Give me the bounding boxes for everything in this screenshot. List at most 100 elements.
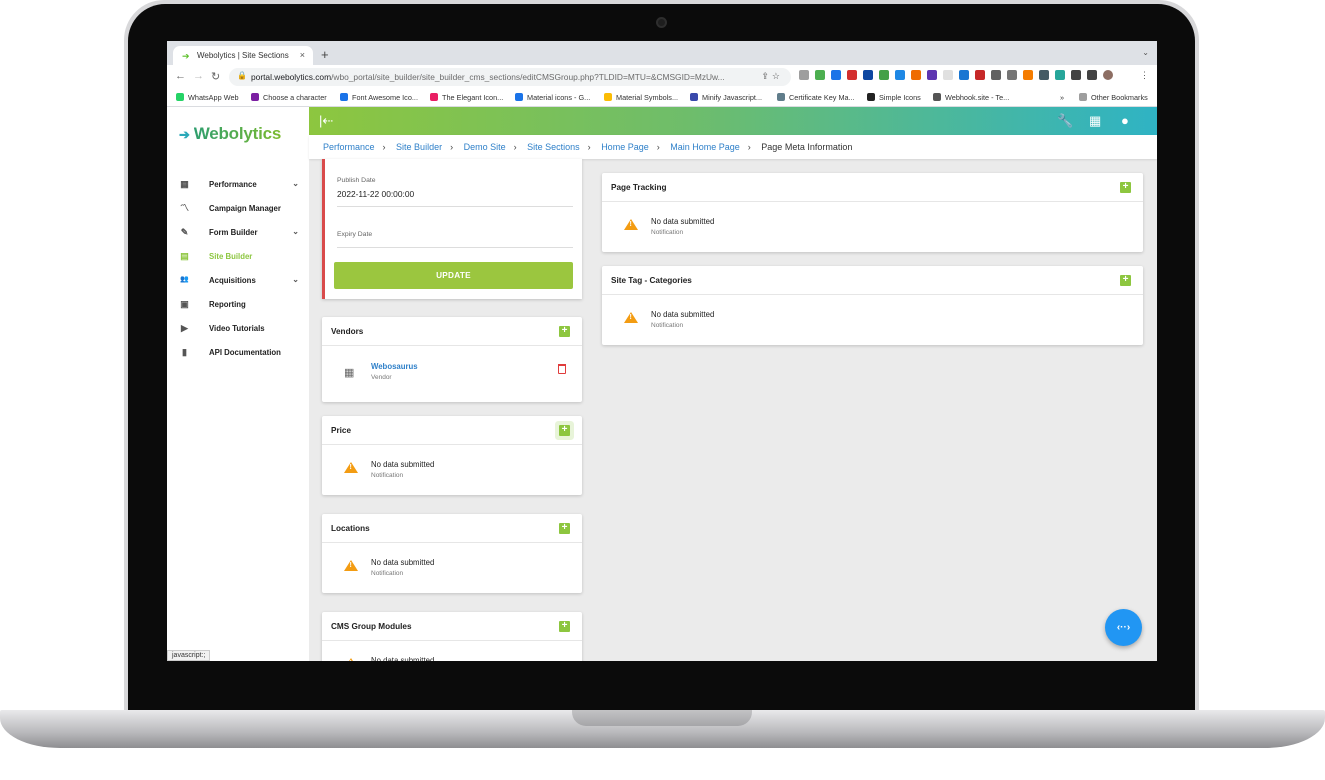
edit-note-icon: ✎	[180, 227, 189, 237]
field-underline	[337, 206, 573, 207]
extension-icon[interactable]	[1023, 70, 1033, 80]
collapse-sidebar-icon[interactable]: |⇠	[319, 113, 333, 129]
extension-icon[interactable]	[799, 70, 809, 80]
empty-state-subtitle: Notification	[651, 322, 684, 329]
delete-icon[interactable]	[558, 364, 566, 374]
sidebar-item-video-tutorials[interactable]: ▶ Video Tutorials	[179, 321, 303, 337]
expiry-date-input[interactable]: Expiry Date	[337, 231, 372, 238]
sidebar-item-reporting[interactable]: ▣ Reporting	[179, 297, 303, 313]
sidebar-item-campaign-manager[interactable]: 〽 Campaign Manager	[179, 201, 303, 217]
add-module-button[interactable]: +	[559, 621, 570, 632]
bookmark-item[interactable]: Minify Javascript...	[690, 93, 762, 102]
sidebar-item-acquisitions[interactable]: 👥 Acquisitions ⌄	[179, 273, 303, 289]
extension-icon[interactable]	[943, 70, 953, 80]
close-tab-icon[interactable]: ×	[300, 50, 305, 60]
field-underline	[337, 247, 573, 248]
breadcrumb-link[interactable]: Home Page	[601, 142, 649, 152]
address-bar[interactable]: 🔒 portal.webolytics.com/wbo_portal/site_…	[229, 68, 791, 86]
sidebar-item-site-builder[interactable]: ▤ Site Builder	[179, 249, 303, 265]
business-icon: ▦	[344, 367, 355, 379]
extension-icon[interactable]	[959, 70, 969, 80]
webolytics-logo[interactable]: ➔ Webolytics	[179, 124, 281, 144]
empty-state-subtitle: Notification	[651, 229, 684, 236]
price-card: Price + No data submitted Notification	[322, 416, 582, 495]
breadcrumb-link[interactable]: Site Builder	[396, 142, 442, 152]
update-button[interactable]: UPDATE	[334, 262, 573, 289]
wrench-icon[interactable]: 🔧	[1057, 113, 1073, 129]
breadcrumb-link[interactable]: Demo Site	[464, 142, 506, 152]
more-bookmarks-button[interactable]: »	[1060, 93, 1064, 102]
folder-icon	[1079, 93, 1087, 101]
share-bookmark-icons[interactable]: ⇪☆	[761, 71, 783, 82]
add-site-tag-button[interactable]: +	[1120, 275, 1131, 286]
publish-settings-card: Publish Date 2022-11-22 00:00:00 Expiry …	[322, 159, 582, 299]
browser-tab[interactable]: ➔ Webolytics | Site Sections ×	[173, 46, 313, 65]
publish-date-input[interactable]: 2022-11-22 00:00:00	[337, 189, 414, 199]
extension-icon[interactable]	[815, 70, 825, 80]
warning-icon	[344, 658, 358, 661]
bookmark-favicon-icon	[867, 93, 875, 101]
tab-search-icon[interactable]: ⌄	[1142, 48, 1149, 57]
tab-title: Webolytics | Site Sections	[197, 51, 289, 60]
vendor-type: Vendor	[371, 374, 392, 381]
extension-icon[interactable]	[1071, 70, 1081, 80]
sidebar-item-form-builder[interactable]: ✎ Form Builder ⌄	[179, 225, 303, 241]
vendors-card: Vendors + ▦ Webosaurus Vendor	[322, 317, 582, 402]
extension-icon[interactable]	[863, 70, 873, 80]
extension-icon[interactable]	[991, 70, 1001, 80]
account-icon[interactable]: ●	[1121, 113, 1129, 128]
extension-icon[interactable]	[927, 70, 937, 80]
chevron-right-icon: ›	[587, 142, 591, 152]
bookmark-item[interactable]: The Elegant Icon...	[430, 93, 503, 102]
extension-icon[interactable]	[831, 70, 841, 80]
empty-state-title: No data submitted	[371, 558, 435, 567]
bookmark-favicon-icon	[515, 93, 523, 101]
bookmark-favicon-icon	[176, 93, 184, 101]
price-card-header: Price +	[322, 416, 582, 445]
dashboard-grid-icon[interactable]: ▦	[1089, 113, 1101, 129]
extension-icon[interactable]	[1055, 70, 1065, 80]
extension-icon[interactable]	[911, 70, 921, 80]
add-tracking-button[interactable]: +	[1120, 182, 1131, 193]
card-title: CMS Group Modules	[331, 622, 412, 631]
breadcrumb-link[interactable]: Main Home Page	[670, 142, 740, 152]
vendor-link[interactable]: Webosaurus	[371, 362, 418, 371]
publish-date-label: Publish Date	[337, 177, 376, 184]
bookmark-item[interactable]: Material Symbols...	[604, 93, 678, 102]
card-title: Price	[331, 426, 352, 435]
bookmark-item[interactable]: Certificate Key Ma...	[777, 93, 855, 102]
lock-icon: 🔒	[237, 71, 247, 80]
bookmark-item[interactable]: WhatsApp Web	[176, 93, 239, 102]
add-location-button[interactable]: +	[559, 523, 570, 534]
add-price-button[interactable]: +	[559, 425, 570, 436]
video-library-icon: ▶	[181, 323, 188, 333]
profile-avatar-icon[interactable]	[1103, 70, 1113, 80]
extension-icon[interactable]	[879, 70, 889, 80]
extension-icon[interactable]	[895, 70, 905, 80]
browser-menu-icon[interactable]: ⋮	[1140, 70, 1149, 81]
browser-tabstrip: ➔ Webolytics | Site Sections × + ⌄	[167, 41, 1157, 65]
bookmark-item[interactable]: Font Awesome Ico...	[340, 93, 418, 102]
code-fab-button[interactable]: ‹··›	[1105, 609, 1142, 646]
bookmark-item[interactable]: Simple Icons	[867, 93, 921, 102]
bookmark-favicon-icon	[933, 93, 941, 101]
list-item: ▦ Webosaurus Vendor	[322, 346, 582, 402]
bookmark-item[interactable]: Choose a character	[251, 93, 327, 102]
back-icon[interactable]: ←	[175, 70, 186, 82]
sidebar-item-performance[interactable]: ▦ Performance ⌄	[179, 177, 303, 193]
extension-icon[interactable]	[975, 70, 985, 80]
sidebar-item-api-documentation[interactable]: ▮ API Documentation	[179, 345, 303, 361]
extension-icon[interactable]	[1087, 70, 1097, 80]
other-bookmarks-folder[interactable]: Other Bookmarks	[1079, 93, 1148, 102]
reload-icon[interactable]: ↻	[211, 70, 220, 83]
extension-icon[interactable]	[1007, 70, 1017, 80]
new-tab-button[interactable]: +	[321, 47, 329, 62]
bookmark-item[interactable]: Material icons - G...	[515, 93, 590, 102]
forward-icon[interactable]: →	[193, 70, 204, 82]
breadcrumb-link[interactable]: Performance	[323, 142, 375, 152]
extension-icon[interactable]	[847, 70, 857, 80]
breadcrumb-link[interactable]: Site Sections	[527, 142, 580, 152]
extension-icon[interactable]	[1039, 70, 1049, 80]
bookmark-item[interactable]: Webhook.site - Te...	[933, 93, 1009, 102]
add-vendor-button[interactable]: +	[559, 326, 570, 337]
